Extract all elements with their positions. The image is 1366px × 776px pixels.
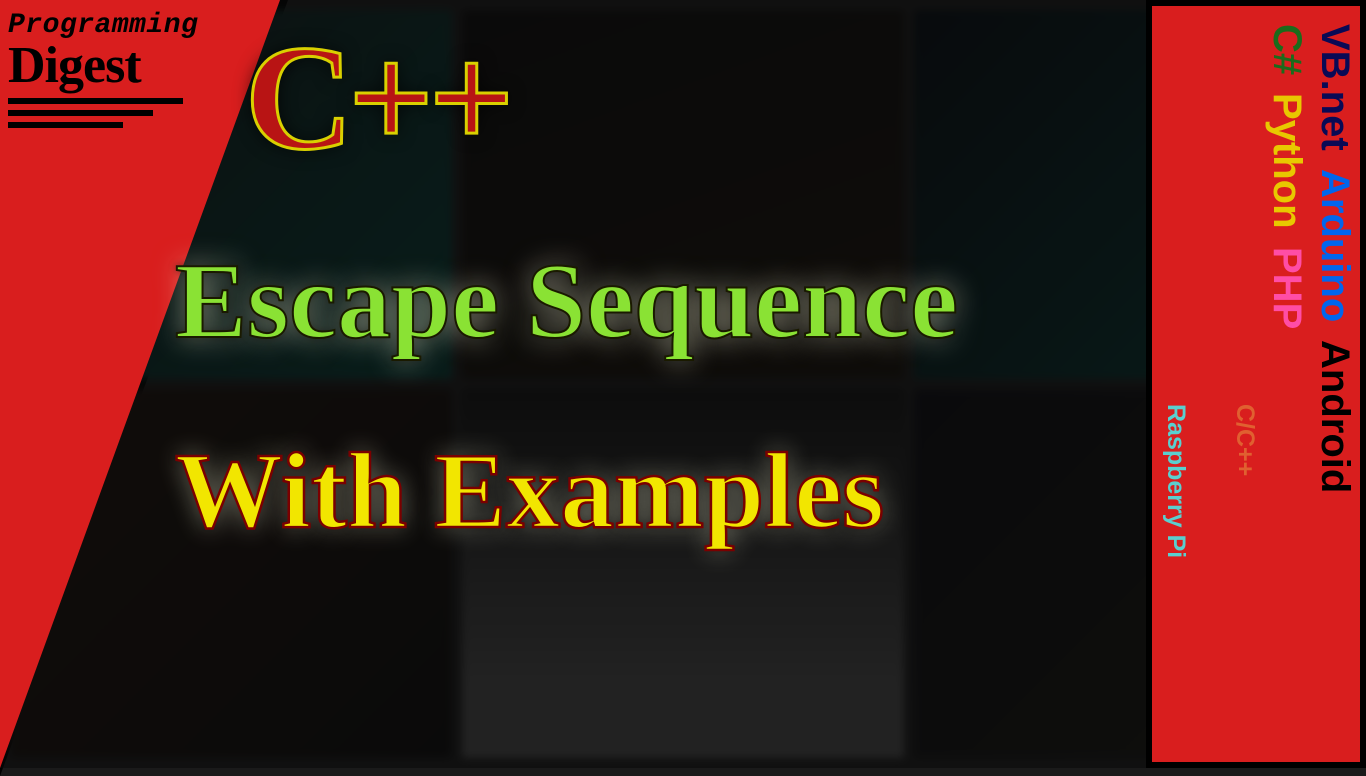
right-band: VB.net Arduino Android C# Python PHP C/C… bbox=[1146, 0, 1366, 768]
lang-android: Android bbox=[1315, 340, 1355, 493]
lang-csharp: C# bbox=[1267, 24, 1307, 75]
logo-line2: Digest bbox=[8, 41, 198, 90]
lang-row-small: C/C++ Raspberry Pi bbox=[1161, 404, 1259, 558]
lang-arduino: Arduino bbox=[1315, 169, 1355, 322]
main-heading: Escape Sequence bbox=[175, 240, 958, 364]
lang-python: Python bbox=[1267, 93, 1307, 229]
logo-underline bbox=[8, 98, 198, 128]
lang-vbnet: VB.net bbox=[1315, 24, 1355, 151]
logo: Programming Digest bbox=[8, 10, 198, 134]
lang-raspberrypi: Raspberry Pi bbox=[1161, 404, 1190, 558]
lang-ccpp: C/C++ bbox=[1230, 404, 1259, 558]
cpp-heading: C++ bbox=[245, 12, 509, 184]
lang-php: PHP bbox=[1267, 247, 1307, 329]
sub-heading: With Examples bbox=[175, 430, 884, 554]
lang-row-2: C# Python PHP bbox=[1267, 24, 1307, 329]
lang-row-1: VB.net Arduino Android bbox=[1315, 24, 1355, 493]
